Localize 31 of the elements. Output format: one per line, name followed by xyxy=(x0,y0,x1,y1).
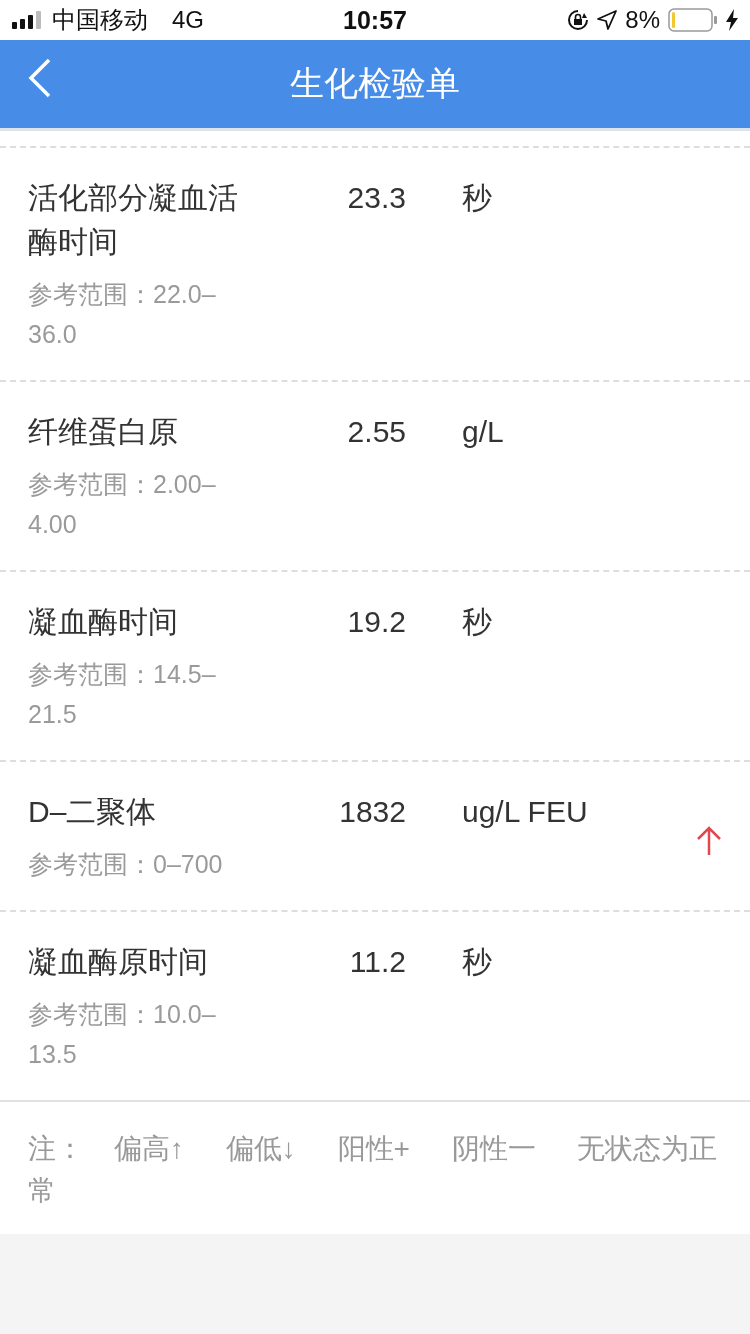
test-value: 2.55 xyxy=(347,414,406,450)
test-name: D–二聚体 xyxy=(28,794,158,830)
page-title: 生化检验单 xyxy=(290,63,460,104)
reference-range: 参考范围：14.5–21.5 xyxy=(28,659,217,730)
test-name: 活化部分凝血活酶时间 xyxy=(28,180,239,260)
location-arrow-icon xyxy=(597,10,618,30)
test-unit: g/L xyxy=(462,414,504,450)
reference-range: 参考范围：2.00–4.00 xyxy=(28,469,217,540)
reference-range: 参考范围：10.0–13.5 xyxy=(28,999,217,1070)
reference-range: 参考范围：22.0–36.0 xyxy=(28,279,217,350)
rotation-lock-icon xyxy=(567,9,590,31)
test-name: 凝血酶原时间 xyxy=(28,944,209,980)
network-type: 4G xyxy=(172,6,204,34)
battery-icon xyxy=(668,8,718,32)
test-value: 11.2 xyxy=(349,944,406,980)
test-value: 1832 xyxy=(339,794,406,830)
test-unit: 秒 xyxy=(462,944,492,980)
test-unit: 秒 xyxy=(462,604,492,640)
test-unit: ug/L FEU xyxy=(462,794,588,830)
test-name: 纤维蛋白原 xyxy=(28,414,179,450)
back-chevron-icon xyxy=(28,58,52,98)
battery-percent: 8% xyxy=(625,6,660,34)
signal-icon xyxy=(12,11,44,29)
clock-time: 10:57 xyxy=(343,5,407,35)
reference-range: 参考范围：0–700 xyxy=(28,849,224,880)
test-name: 凝血酶时间 xyxy=(28,604,179,640)
carrier-name: 中国移动 xyxy=(52,5,148,35)
test-value: 19.2 xyxy=(347,604,406,640)
test-value: 23.3 xyxy=(347,180,406,216)
legend-note: 注： 偏高↑ 偏低↓ 阳性+ 阴性一 无状态为正常 xyxy=(0,1100,750,1234)
test-unit: 秒 xyxy=(462,180,492,216)
